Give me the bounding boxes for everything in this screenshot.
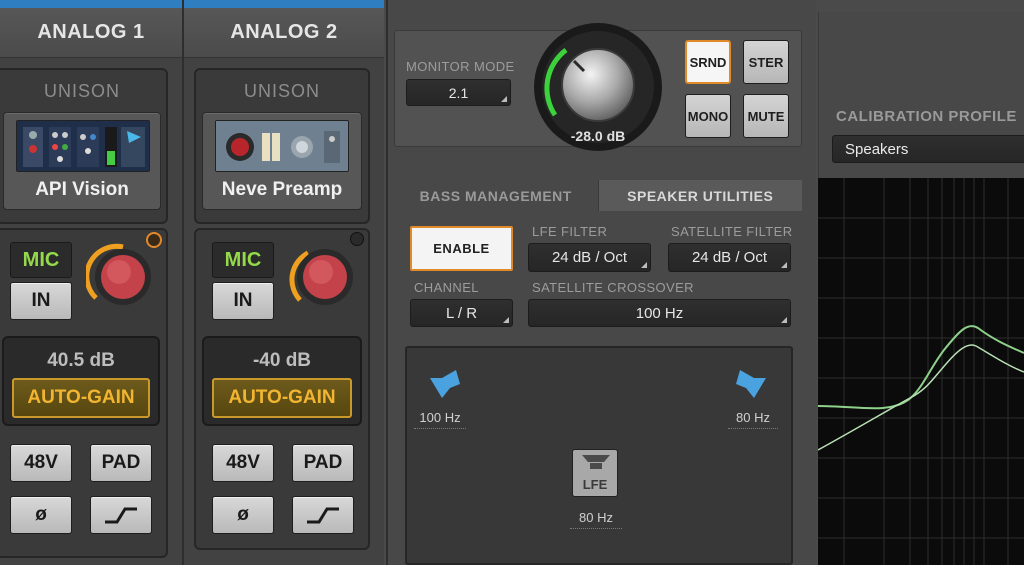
input-select-button[interactable]: IN — [10, 282, 72, 320]
dropdown-corner-icon — [503, 317, 509, 323]
calibration-profile-dropdown[interactable]: Speakers — [832, 135, 1024, 163]
tab-bass-management[interactable]: BASS MANAGEMENT — [394, 180, 598, 211]
api-vision-thumbnail-icon — [17, 121, 149, 171]
monitor-level-readout: -28.0 dB — [570, 128, 626, 144]
dropdown-corner-icon — [641, 262, 647, 268]
channel-color-bar — [0, 0, 182, 8]
satellite-filter-value: 24 dB / Oct — [691, 249, 768, 266]
polarity-button[interactable]: ø — [212, 496, 274, 534]
subwoofer-icon — [582, 455, 610, 469]
lfe-filter-label: LFE FILTER — [532, 224, 608, 239]
gain-display: -40 dB AUTO-GAIN — [202, 336, 362, 426]
auto-gain-button[interactable]: AUTO-GAIN — [12, 378, 150, 418]
lfe-filter-dropdown[interactable]: 24 dB / Oct — [528, 243, 651, 272]
auto-gain-button[interactable]: AUTO-GAIN — [212, 378, 352, 418]
mono-mode-button[interactable]: MONO — [685, 94, 731, 138]
plugin-thumbnail — [215, 120, 349, 172]
monitor-mode-dropdown[interactable]: 2.1 — [406, 79, 511, 106]
plugin-card-neve-preamp[interactable]: Neve Preamp — [202, 112, 362, 210]
polarity-button[interactable]: ø — [10, 496, 72, 534]
right-speaker-frequency: 80 Hz — [728, 410, 778, 429]
pad-button[interactable]: PAD — [90, 444, 152, 482]
monitor-mode-label: MONITOR MODE — [406, 59, 515, 74]
channel-color-bar — [184, 0, 384, 8]
satellite-crossover-label: SATELLITE CROSSOVER — [532, 280, 694, 295]
gain-display: 40.5 dB AUTO-GAIN — [2, 336, 160, 426]
unison-panel: UNISON Neve Preamp — [194, 68, 370, 224]
pad-button[interactable]: PAD — [292, 444, 354, 482]
unison-panel: UNISON API Vision — [0, 68, 168, 224]
unison-label: UNISON — [43, 81, 120, 101]
lfe-label: LFE — [582, 477, 608, 492]
satellite-filter-dropdown[interactable]: 24 dB / Oct — [668, 243, 791, 272]
lfe-frequency: 80 Hz — [570, 510, 622, 529]
tab-speaker-utilities[interactable]: SPEAKER UTILITIES — [597, 180, 802, 211]
satellite-crossover-dropdown[interactable]: 100 Hz — [528, 299, 791, 327]
stereo-mode-button[interactable]: STER — [743, 40, 789, 84]
bass-management-enable-button[interactable]: ENABLE — [410, 226, 513, 271]
right-speaker-icon[interactable] — [734, 368, 768, 400]
channel-strip-analog-2: ANALOG 2 UNISON Neve Preamp MIC IN -40 d… — [184, 0, 384, 565]
dropdown-corner-icon — [781, 317, 787, 323]
neve-preamp-thumbnail-icon — [216, 121, 348, 171]
channel-header: ANALOG 1 — [0, 8, 182, 58]
high-pass-filter-button[interactable] — [292, 496, 354, 534]
preamp-panel: MIC IN -40 dB AUTO-GAIN 48V PAD ø — [194, 228, 370, 550]
plugin-thumbnail — [16, 120, 150, 172]
channel-strip-analog-1: ANALOG 1 UNISON API Vision MIC IN 40.5 d… — [0, 0, 182, 565]
lfe-filter-value: 24 dB / Oct — [551, 249, 628, 266]
plugin-name: Neve Preamp — [221, 179, 343, 200]
channel-label: CHANNEL — [414, 280, 479, 295]
dropdown-corner-icon — [781, 262, 787, 268]
calibration-response-graph — [818, 178, 1024, 565]
calibration-profile-label: CALIBRATION PROFILE — [836, 108, 1017, 125]
phantom-power-button[interactable]: 48V — [10, 444, 72, 482]
channel-dropdown[interactable]: L / R — [410, 299, 513, 327]
unison-label: UNISON — [243, 81, 320, 101]
mic-label: MIC — [212, 242, 274, 278]
plugin-card-api-vision[interactable]: API Vision — [3, 112, 161, 210]
response-curve-target — [818, 344, 1024, 451]
high-pass-filter-button[interactable] — [90, 496, 152, 534]
monitor-tabs: BASS MANAGEMENT SPEAKER UTILITIES — [394, 180, 802, 211]
phantom-power-button[interactable]: 48V — [212, 444, 274, 482]
dropdown-corner-icon — [501, 96, 507, 102]
gain-readout: -40 dB — [252, 350, 312, 371]
surround-mode-button[interactable]: SRND — [685, 40, 731, 84]
high-pass-icon — [105, 507, 137, 524]
input-select-button[interactable]: IN — [212, 282, 274, 320]
satellite-filter-label: SATELLITE FILTER — [671, 224, 793, 239]
gain-knob[interactable] — [288, 240, 362, 314]
calibration-profile-value: Speakers — [845, 140, 909, 158]
gain-knob[interactable] — [86, 240, 160, 314]
mic-label: MIC — [10, 242, 72, 278]
lfe-speaker-icon[interactable]: LFE — [572, 449, 618, 497]
left-speaker-frequency: 100 Hz — [414, 410, 466, 429]
channel-value: L / R — [445, 304, 478, 322]
channel-header: ANALOG 2 — [184, 8, 384, 58]
preamp-panel: MIC IN 40.5 dB AUTO-GAIN 48V PAD ø — [0, 228, 168, 558]
mute-button[interactable]: MUTE — [743, 94, 789, 138]
left-speaker-icon[interactable] — [428, 368, 462, 400]
plugin-name: API Vision — [35, 179, 129, 200]
gain-readout: 40.5 dB — [47, 350, 115, 371]
satellite-crossover-value: 100 Hz — [635, 304, 684, 322]
monitor-mode-value: 2.1 — [448, 84, 469, 101]
graph-grid — [818, 178, 1024, 565]
high-pass-icon — [307, 507, 339, 524]
frequency-response-plot — [818, 178, 1024, 565]
